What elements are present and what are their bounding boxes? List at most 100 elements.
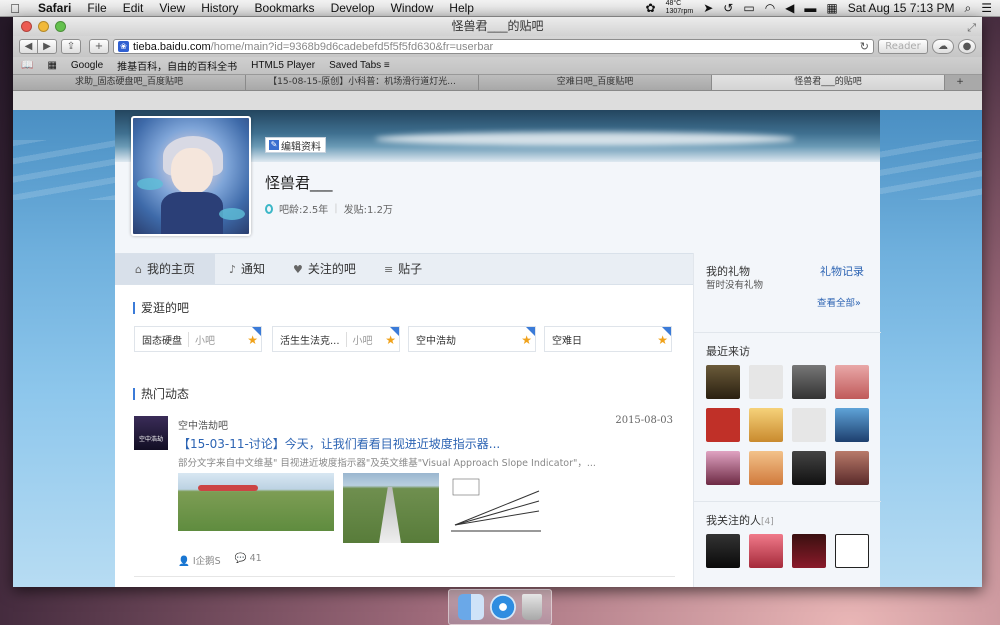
clock[interactable]: Sat Aug 15 7:13 PM: [848, 1, 955, 15]
divider: [134, 576, 675, 577]
post-title-link[interactable]: 【15-03-11-讨论】今天，让我们看看目视进近坡度指示器...: [178, 435, 500, 452]
post-author[interactable]: 👤 I企鹅S: [178, 553, 221, 567]
post-image-runway[interactable]: [343, 473, 439, 543]
edit-profile-button[interactable]: ✎ 编辑资料: [265, 137, 326, 153]
tab-air-crash-day[interactable]: 空难日吧_百度贴吧: [479, 75, 712, 90]
battery-level-icon[interactable]: ▬: [804, 1, 816, 15]
tab-ssd-forum[interactable]: 求助_固态硬盘吧_百度贴吧: [13, 75, 246, 90]
post-image-diagram[interactable]: [447, 473, 543, 543]
tab-airport-lights[interactable]: 【15-08-15-原创】小科普：机场滑行道灯光...: [246, 75, 479, 90]
forum-thumbnail[interactable]: 空中浩劫: [134, 416, 168, 450]
notification-center-icon[interactable]: ☰: [981, 1, 992, 15]
send-icon[interactable]: ➤: [703, 1, 713, 15]
following-avatar[interactable]: [706, 534, 740, 568]
forum-name: 固态硬盘: [142, 335, 182, 347]
menu-help[interactable]: Help: [441, 1, 482, 15]
visitor-avatar[interactable]: [792, 451, 826, 485]
reading-list-icon[interactable]: 📖: [21, 60, 33, 71]
menu-develop[interactable]: Develop: [323, 1, 383, 15]
volume-icon[interactable]: ◀: [785, 1, 794, 15]
visitor-avatar[interactable]: [792, 365, 826, 399]
menu-history[interactable]: History: [193, 1, 246, 15]
visitor-avatar[interactable]: [835, 408, 869, 442]
fan-icon[interactable]: ✿: [646, 1, 656, 15]
temp-readout[interactable]: 48°C 1307rpm: [666, 0, 694, 16]
menu-window[interactable]: Window: [383, 1, 442, 15]
avatar-leaf: [137, 178, 163, 190]
new-tab-button[interactable]: +: [945, 75, 975, 90]
back-button[interactable]: ◀: [19, 39, 38, 54]
zoom-button[interactable]: [55, 21, 66, 32]
forward-button[interactable]: ▶: [38, 39, 57, 54]
visitor-avatar[interactable]: [749, 451, 783, 485]
reader-button[interactable]: Reader: [878, 39, 928, 54]
share-button[interactable]: ⇪: [61, 39, 81, 54]
spotlight-icon[interactable]: ⌕: [965, 1, 972, 16]
home-icon: ⌂: [135, 262, 142, 276]
forum-card[interactable]: 空难日 ★: [544, 326, 672, 352]
address-bar[interactable]: ❀ tieba.baidu.com/home/main?id=9368b9d6c…: [113, 39, 874, 54]
top-sites-icon[interactable]: ▦: [47, 60, 56, 71]
visitor-avatar[interactable]: [706, 408, 740, 442]
recent-visitors-title: 最近来访: [706, 345, 750, 358]
reload-icon[interactable]: ↻: [860, 40, 869, 53]
bookmark-google[interactable]: Google: [71, 60, 103, 71]
visitor-avatar[interactable]: [749, 408, 783, 442]
following-avatar[interactable]: [749, 534, 783, 568]
adblock-icon[interactable]: ●: [958, 39, 976, 54]
menu-bookmarks[interactable]: Bookmarks: [247, 1, 323, 15]
tab-user-page[interactable]: 怪兽君___的贴吧: [712, 75, 945, 90]
post-replies[interactable]: 💬 41: [235, 553, 262, 567]
document-icon: ≡: [383, 262, 394, 276]
finder-icon[interactable]: [458, 594, 484, 620]
bookmark-html5-player[interactable]: HTML5 Player: [251, 60, 315, 71]
tab-notifications[interactable]: ♪ 通知: [215, 254, 279, 284]
bookmark-saved-tabs[interactable]: Saved Tabs ≡: [329, 60, 390, 71]
menu-edit[interactable]: Edit: [115, 1, 152, 15]
see-all-link[interactable]: 查看全部»: [817, 295, 861, 309]
menu-app[interactable]: Safari: [30, 1, 79, 15]
profile-avatar[interactable]: [131, 116, 251, 236]
visitor-avatar[interactable]: [706, 365, 740, 399]
add-bookmark-button[interactable]: +: [89, 39, 109, 54]
tab-bar: 求助_固态硬盘吧_百度贴吧 【15-08-15-原创】小科普：机场滑行道灯光..…: [13, 75, 982, 91]
visitor-avatar[interactable]: [835, 451, 869, 485]
visitor-avatar[interactable]: [792, 408, 826, 442]
wifi-icon[interactable]: ◠: [765, 1, 775, 15]
gift-record-link[interactable]: 礼物记录: [820, 263, 864, 279]
input-source-icon[interactable]: ▦: [826, 1, 837, 15]
minimize-button[interactable]: [38, 21, 49, 32]
post-forum-name[interactable]: 空中浩劫吧: [178, 417, 228, 432]
battery-icon[interactable]: ▭: [743, 1, 754, 15]
tab-posts[interactable]: ≡ 贴子: [370, 254, 436, 284]
apple-icon[interactable]: : [0, 1, 30, 16]
visitor-avatar[interactable]: [706, 451, 740, 485]
browser-window: 怪兽君___的贴吧 ⤢ ◀ ▶ ⇪ + ❀ tieba.baidu.com/ho…: [13, 17, 982, 587]
visitor-avatar[interactable]: [835, 365, 869, 399]
forum-card[interactable]: 活生生法克... 小吧 ★: [272, 326, 400, 352]
following-avatar[interactable]: [792, 534, 826, 568]
window-title: 怪兽君___的贴吧: [451, 19, 544, 33]
tab-followed-forums[interactable]: ♥ 关注的吧: [279, 254, 370, 284]
fullscreen-icon[interactable]: ⤢: [967, 19, 976, 38]
bell-icon: ♪: [229, 262, 237, 276]
temp-value: 48°C: [665, 0, 682, 7]
post-image-airfield[interactable]: [178, 473, 334, 531]
menu-file[interactable]: File: [79, 1, 114, 15]
bookmark-wiki[interactable]: 推基百科，自由的百科全书: [117, 58, 237, 73]
dock: [448, 589, 552, 625]
time-machine-icon[interactable]: ↺: [723, 1, 733, 15]
tab-my-home[interactable]: ⌂ 我的主页: [115, 254, 215, 284]
close-button[interactable]: [21, 21, 32, 32]
visitor-avatar[interactable]: [749, 365, 783, 399]
icloud-tabs-icon[interactable]: ☁: [932, 39, 954, 54]
forum-card[interactable]: 固态硬盘 小吧 ★: [134, 326, 262, 352]
post-excerpt: 部分文字来自中文维基" 目视进近坡度指示器"及英文维基"Visual Appro…: [178, 458, 596, 469]
menu-view[interactable]: View: [151, 1, 193, 15]
post-date: 2015-08-03: [615, 415, 673, 426]
status-area: ✿ 48°C 1307rpm ➤ ↺ ▭ ◠ ◀ ▬ ▦ Sat Aug 15 7…: [646, 0, 1000, 16]
following-avatar[interactable]: [835, 534, 869, 568]
forum-card[interactable]: 空中浩劫 ★: [408, 326, 536, 352]
safari-icon[interactable]: [490, 594, 516, 620]
trash-icon[interactable]: [522, 594, 542, 620]
